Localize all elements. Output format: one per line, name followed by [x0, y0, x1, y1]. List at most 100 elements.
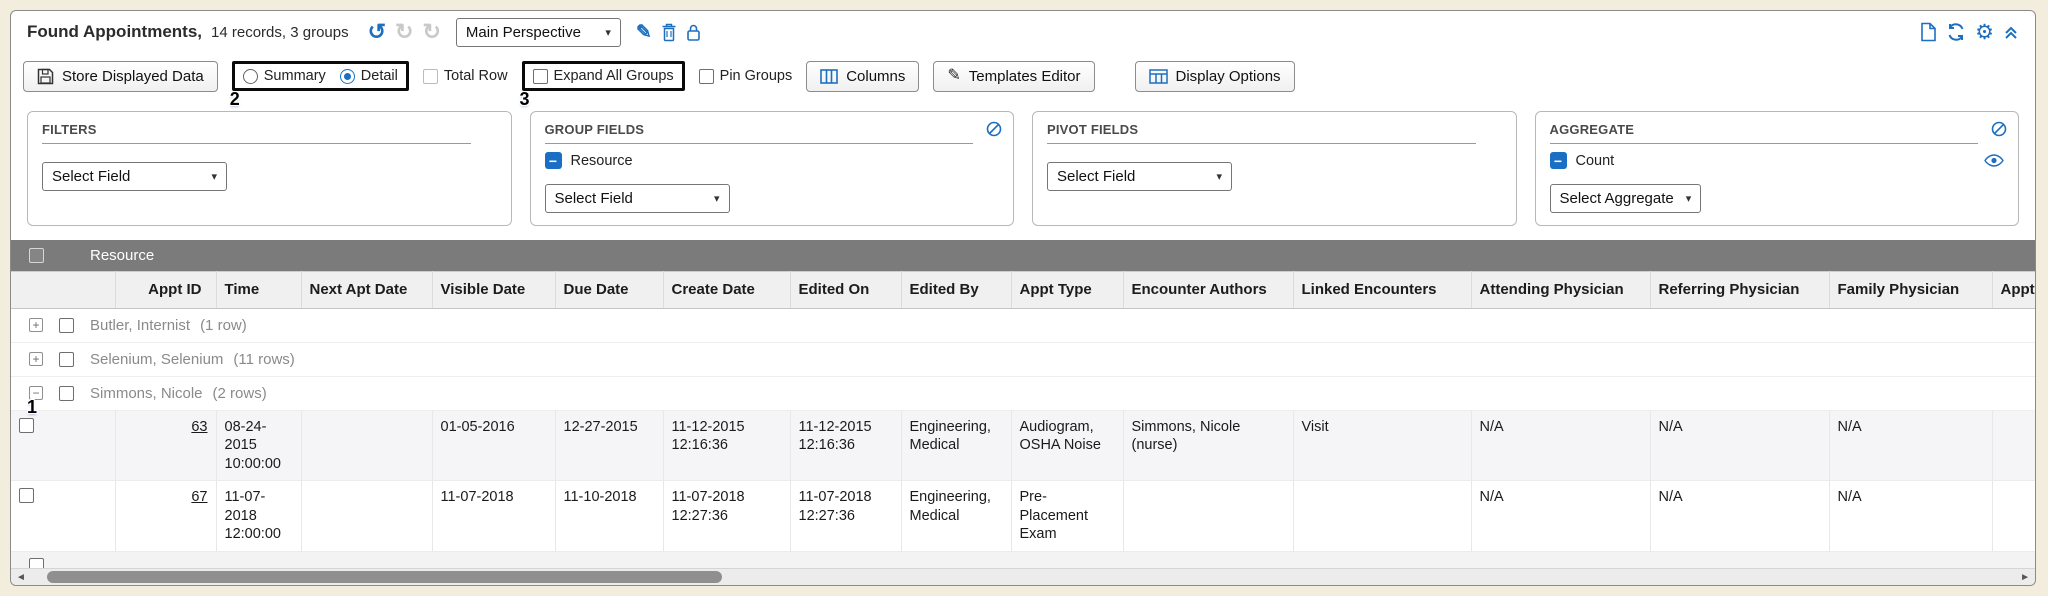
pin-groups-label: Pin Groups — [720, 68, 793, 84]
col-header-time[interactable]: Time — [216, 271, 301, 308]
summary-radio[interactable] — [243, 69, 258, 84]
display-options-button[interactable]: Display Options — [1135, 61, 1295, 92]
col-header-encounter-authors[interactable]: Encounter Authors — [1123, 271, 1293, 308]
group-count: (2 rows) — [213, 385, 267, 402]
group-count: (11 rows) — [233, 351, 294, 368]
total-row-checkbox[interactable] — [423, 69, 438, 84]
pivot-fields-select[interactable]: Select Field ▾ — [1047, 162, 1232, 191]
col-header-create-date[interactable]: Create Date — [663, 271, 790, 308]
eye-icon[interactable] — [1984, 154, 2004, 167]
col-header-edited-on[interactable]: Edited On — [790, 271, 901, 308]
columns-icon — [820, 69, 838, 84]
col-header-appt-type[interactable]: Appt Type — [1011, 271, 1123, 308]
cell-attending-physician: N/A — [1471, 410, 1650, 481]
group-count: (1 row) — [200, 317, 247, 334]
redo-icon[interactable]: ↻ — [395, 21, 413, 43]
col-header-appt-id[interactable]: Appt ID — [115, 271, 216, 308]
select-all-checkbox[interactable] — [29, 248, 44, 263]
expand-icon[interactable]: + — [29, 318, 43, 332]
group-header-bar: Resource — [11, 240, 2035, 271]
column-header-row: Appt ID Time Next Apt Date Visible Date … — [11, 271, 2035, 308]
scroll-left-icon[interactable]: ◄ — [16, 570, 26, 585]
templates-editor-label: Templates Editor — [969, 68, 1081, 85]
group-row-butler: + Butler, Internist (1 row) — [11, 308, 2035, 342]
col-header-due-date[interactable]: Due Date — [555, 271, 663, 308]
cell-visible-date: 01-05-2016 — [432, 410, 555, 481]
table-row: 63 08-24-2015 10:00:00 01-05-2016 12-27-… — [11, 410, 2035, 481]
store-displayed-data-button[interactable]: Store Displayed Data — [23, 61, 218, 92]
total-row-label: Total Row — [444, 68, 508, 84]
annotation-step-2: 2 — [230, 89, 240, 110]
col-header-family-physician[interactable]: Family Physician — [1829, 271, 1992, 308]
group-field-chip: − Resource — [545, 152, 1000, 169]
col-header-linked-encounters[interactable]: Linked Encounters — [1293, 271, 1471, 308]
group-checkbox[interactable] — [59, 352, 74, 367]
row-checkbox[interactable] — [19, 488, 34, 503]
perspective-select[interactable]: Main Perspective ▾ — [456, 18, 621, 47]
aggregate-select-value: Select Aggregate — [1560, 190, 1674, 207]
annotation-box-2: Summary Detail 2 — [232, 61, 409, 91]
appointments-table: Resource Appt ID Time Next Apt Date Visi… — [11, 240, 2035, 568]
group-fields-select[interactable]: Select Field ▾ — [545, 184, 730, 213]
clear-group-fields-icon[interactable] — [986, 121, 1002, 137]
collapse-panel-icon[interactable] — [2003, 24, 2019, 40]
table-row: 67 11-07-2018 12:00:00 11-07-2018 11-10-… — [11, 481, 2035, 552]
aggregate-item-name: Count — [1576, 153, 1615, 169]
perspective-value: Main Perspective — [466, 24, 581, 41]
row-checkbox[interactable] — [19, 418, 34, 433]
cell-edited-by: Engineering, Medical — [901, 481, 1011, 552]
col-header-next-apt-date[interactable]: Next Apt Date — [301, 271, 432, 308]
display-options-label: Display Options — [1176, 68, 1281, 85]
aggregate-select[interactable]: Select Aggregate ▾ — [1550, 184, 1702, 213]
chevron-down-icon: ▾ — [1216, 170, 1222, 183]
cell-family-physician: N/A — [1829, 410, 1992, 481]
appt-id-link[interactable]: 67 — [191, 489, 207, 505]
footer-checkbox[interactable] — [29, 558, 44, 568]
toolbar: Store Displayed Data Summary Detail 2 To… — [11, 53, 2035, 99]
col-header-appt-reason[interactable]: Appt Re — [1992, 271, 2035, 308]
horizontal-scrollbar[interactable]: ◄ ► — [11, 568, 2035, 585]
col-header-referring-physician[interactable]: Referring Physician — [1650, 271, 1829, 308]
cell-referring-physician: N/A — [1650, 481, 1829, 552]
cell-next-apt-date — [301, 410, 432, 481]
remove-aggregate-icon[interactable]: − — [1550, 152, 1567, 169]
cell-time: 11-07-2018 12:00:00 — [216, 481, 301, 552]
annotation-step-3: 3 — [520, 89, 530, 110]
scrollbar-thumb[interactable] — [47, 571, 722, 583]
col-header-attending-physician[interactable]: Attending Physician — [1471, 271, 1650, 308]
col-header-edited-by[interactable]: Edited By — [901, 271, 1011, 308]
total-row-control: Total Row — [423, 68, 508, 84]
remove-group-field-icon[interactable]: − — [545, 152, 562, 169]
cell-visible-date: 11-07-2018 — [432, 481, 555, 552]
expand-icon[interactable]: + — [29, 352, 43, 366]
top-bar: Found Appointments, 14 records, 3 groups… — [11, 11, 2035, 53]
pin-groups-checkbox[interactable] — [699, 69, 714, 84]
gear-icon[interactable]: ⚙ — [1975, 22, 1994, 43]
columns-button[interactable]: Columns — [806, 61, 919, 92]
save-icon — [37, 68, 54, 85]
filters-field-select[interactable]: Select Field ▾ — [42, 162, 227, 191]
scroll-right-icon[interactable]: ► — [2020, 570, 2030, 585]
refresh-disabled-icon[interactable]: ↻ — [422, 21, 440, 43]
cell-encounter-authors — [1123, 481, 1293, 552]
undo-icon[interactable]: ↺ — [368, 21, 386, 43]
group-checkbox[interactable] — [59, 318, 74, 333]
cell-appt-type: Audiogram, OSHA Noise — [1011, 410, 1123, 481]
sync-icon[interactable] — [1946, 22, 1966, 42]
clear-aggregate-icon[interactable] — [1991, 121, 2007, 137]
pencil-icon: ✎ — [947, 68, 960, 84]
new-document-icon[interactable] — [1920, 22, 1937, 42]
lock-icon[interactable] — [686, 23, 701, 42]
templates-editor-button[interactable]: ✎ Templates Editor — [933, 61, 1094, 92]
group-checkbox[interactable] — [59, 386, 74, 401]
edit-perspective-icon[interactable]: ✎ — [636, 23, 652, 42]
expand-all-groups-checkbox[interactable] — [533, 69, 548, 84]
chevron-down-icon: ▾ — [605, 26, 611, 39]
delete-perspective-icon[interactable] — [661, 23, 677, 42]
detail-radio[interactable] — [340, 69, 355, 84]
col-header-visible-date[interactable]: Visible Date — [432, 271, 555, 308]
cell-edited-on: 11-12-2015 12:16:36 — [790, 410, 901, 481]
cell-edited-by: Engineering, Medical — [901, 410, 1011, 481]
appt-id-link[interactable]: 63 — [191, 419, 207, 435]
cell-encounter-authors: Simmons, Nicole (nurse) — [1123, 410, 1293, 481]
